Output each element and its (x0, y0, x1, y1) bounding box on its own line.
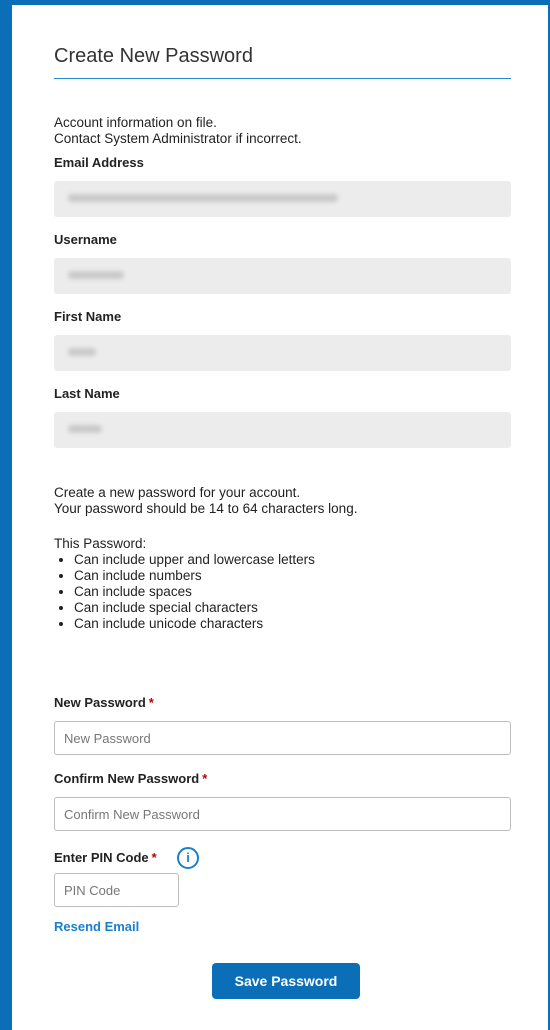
new-password-label: New Password * (54, 695, 154, 710)
redacted-last-name (68, 425, 102, 433)
title-divider (54, 78, 511, 79)
pin-code-input[interactable] (54, 873, 179, 907)
username-label: Username (54, 232, 117, 247)
password-panel: Create New Password Account information … (12, 5, 548, 1030)
new-password-input[interactable] (54, 721, 511, 755)
rules-list: Can include upper and lowercase letters … (54, 552, 315, 632)
redacted-email (68, 194, 338, 202)
confirm-password-label-text: Confirm New Password (54, 771, 200, 786)
first-name-label: First Name (54, 309, 122, 324)
resend-email-link[interactable]: Resend Email (54, 919, 139, 934)
last-name-field (54, 412, 511, 448)
confirm-password-input[interactable] (54, 797, 511, 831)
rule-item: Can include numbers (74, 568, 315, 584)
rule-item: Can include special characters (74, 600, 315, 616)
last-name-label: Last Name (54, 386, 120, 401)
info-icon[interactable]: i (177, 847, 199, 869)
pin-label-text: Enter PIN Code (54, 850, 149, 865)
email-label: Email Address (54, 155, 144, 170)
required-marker: * (148, 695, 154, 710)
password-rules: This Password: Can include upper and low… (54, 536, 315, 632)
help-line-1: Create a new password for your account. (54, 485, 301, 500)
username-field (54, 258, 511, 294)
account-info-line-1: Account information on file. (54, 115, 217, 130)
redacted-first-name (68, 348, 96, 356)
required-marker: * (151, 850, 157, 865)
account-info-text: Account information on file. Contact Sys… (54, 115, 302, 147)
rule-item: Can include upper and lowercase letters (74, 552, 315, 568)
save-password-button[interactable]: Save Password (212, 963, 360, 999)
account-info-line-2: Contact System Administrator if incorrec… (54, 131, 302, 146)
pin-label: Enter PIN Code * (54, 850, 157, 865)
rules-heading: This Password: (54, 536, 147, 551)
required-marker: * (202, 771, 208, 786)
password-help-text: Create a new password for your account. … (54, 485, 357, 517)
rule-item: Can include unicode characters (74, 616, 315, 632)
help-line-2: Your password should be 14 to 64 charact… (54, 501, 358, 516)
page-title: Create New Password (54, 45, 253, 67)
confirm-password-label: Confirm New Password * (54, 771, 207, 786)
new-password-label-text: New Password (54, 695, 146, 710)
redacted-username (68, 271, 124, 279)
first-name-field (54, 335, 511, 371)
rule-item: Can include spaces (74, 584, 315, 600)
email-field (54, 181, 511, 217)
